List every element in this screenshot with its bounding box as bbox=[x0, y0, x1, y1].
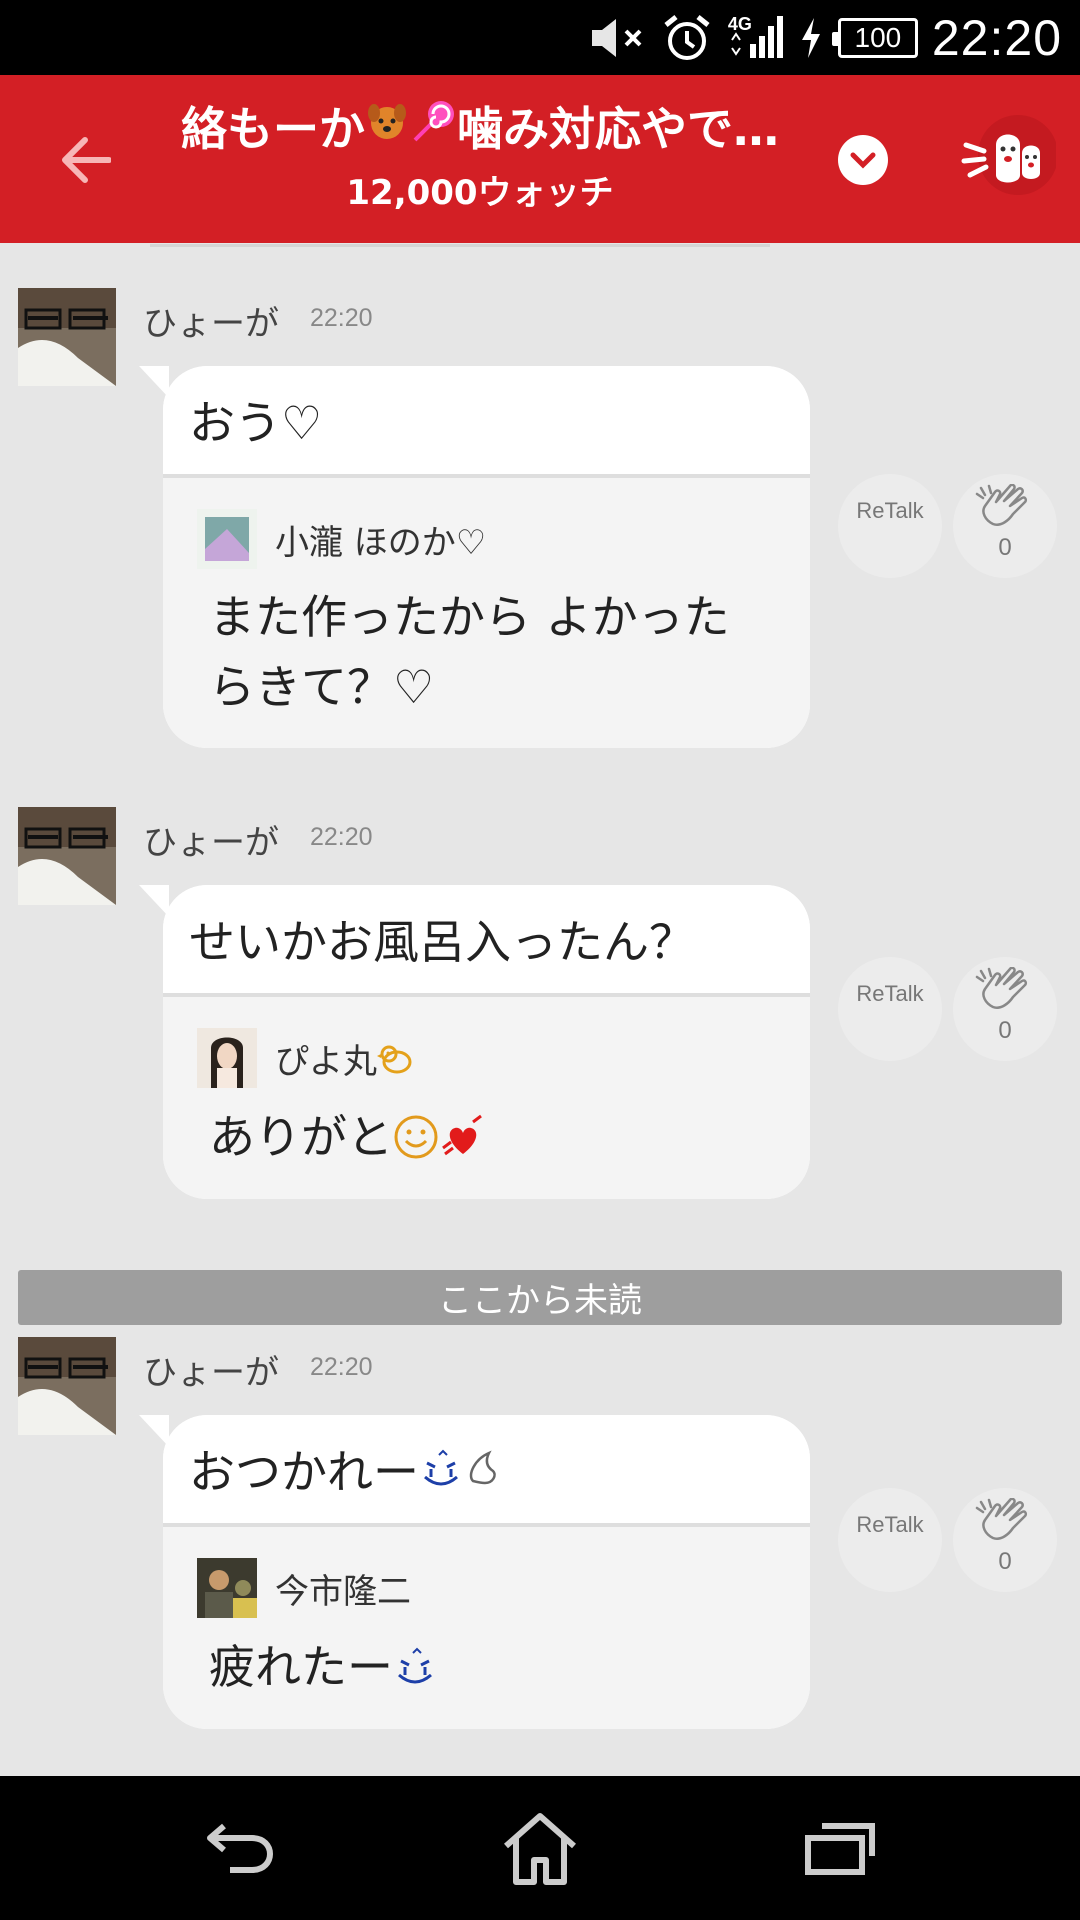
navigation-bar bbox=[0, 1776, 1080, 1920]
battery-level: 100 bbox=[854, 22, 902, 53]
back-button[interactable] bbox=[50, 125, 120, 195]
bubble-tail bbox=[139, 366, 169, 398]
sender-name: ひょーが bbox=[143, 823, 279, 863]
retalk-label: ReTalk bbox=[856, 981, 924, 1006]
room-title-text-2: 噛み対応やで… bbox=[457, 102, 779, 156]
clap-count: 0 bbox=[998, 534, 1012, 561]
mute-icon bbox=[588, 13, 646, 63]
room-title: 絡もーか 噛み対応やで… bbox=[181, 93, 779, 159]
avatar[interactable] bbox=[18, 288, 116, 386]
lollipop-icon bbox=[409, 98, 457, 155]
clap-button[interactable]: 0 bbox=[953, 474, 1057, 578]
mascot-icon bbox=[961, 115, 1058, 195]
message-text-body: おつかれー bbox=[189, 1445, 419, 1499]
crying-face-icon bbox=[424, 1449, 458, 1486]
retalk-label: ReTalk bbox=[856, 498, 924, 523]
quoted-message[interactable]: ぴよ丸 ありがと bbox=[163, 997, 810, 1199]
status-bar: 4G 100 22:20 bbox=[0, 0, 1080, 75]
quote-text-line-2: らきて？♡ bbox=[209, 660, 435, 714]
nav-recents-button[interactable] bbox=[775, 1796, 905, 1900]
sender-name: ひょーが bbox=[143, 304, 279, 344]
sender-name: ひょーが bbox=[143, 1353, 279, 1393]
signal-icon: 4G bbox=[728, 14, 784, 62]
clap-count: 0 bbox=[998, 1017, 1012, 1044]
quoted-message[interactable]: 小瀧 ほのか♡ また作ったから よかった らきて？♡ bbox=[163, 478, 810, 748]
recents-nav-icon bbox=[805, 1823, 875, 1875]
avatar[interactable] bbox=[18, 1337, 116, 1435]
clap-count: 0 bbox=[998, 1548, 1012, 1575]
quote-text: また作ったから よかった らきて？♡ bbox=[197, 582, 784, 722]
clap-icon bbox=[975, 967, 1028, 1009]
quote-sender-text: ぴよ丸 bbox=[275, 1041, 377, 1082]
message-text: おう♡ bbox=[163, 366, 810, 478]
retalk-label: ReTalk bbox=[856, 1512, 924, 1537]
message-bubble[interactable]: おう♡ 小瀧 ほのか♡ また作ったから よかった らきて？♡ bbox=[139, 366, 810, 748]
message-text: おつかれー bbox=[163, 1415, 810, 1527]
message-time: 22:20 bbox=[310, 304, 373, 332]
quote-avatar bbox=[197, 1028, 257, 1088]
room-title-text-1: 絡もーか bbox=[181, 102, 365, 156]
clap-icon bbox=[975, 484, 1028, 526]
message-time: 22:20 bbox=[310, 1353, 373, 1381]
message-bubble[interactable]: おつかれー 今市隆二 疲れたー bbox=[139, 1415, 810, 1729]
watch-count: 12,000ウォッチ bbox=[346, 173, 614, 213]
retalk-button[interactable]: ReTalk bbox=[838, 1488, 942, 1592]
chevron-down-icon bbox=[850, 152, 876, 169]
home-nav-icon bbox=[504, 1813, 576, 1885]
nav-back-button[interactable] bbox=[175, 1796, 305, 1900]
avatar[interactable] bbox=[18, 807, 116, 905]
message-bubble[interactable]: せいかお風呂入ったん？ ぴよ丸 ありがと bbox=[139, 885, 810, 1199]
unread-divider: ここから未読 bbox=[18, 1270, 1062, 1325]
quote-text-body: ありがと bbox=[209, 1110, 393, 1164]
mascot-button[interactable] bbox=[956, 115, 1058, 205]
message-text: せいかお風呂入ったん？ bbox=[163, 885, 810, 997]
quote-avatar bbox=[197, 1558, 257, 1618]
retalk-button[interactable]: ReTalk bbox=[838, 957, 942, 1061]
dog-face-icon bbox=[365, 99, 409, 154]
quote-avatar bbox=[197, 509, 257, 569]
message-time: 22:20 bbox=[310, 823, 373, 851]
clap-button[interactable]: 0 bbox=[953, 957, 1057, 1061]
quoted-message[interactable]: 今市隆二 疲れたー bbox=[163, 1527, 810, 1729]
crying-face-icon bbox=[398, 1647, 432, 1684]
clap-button[interactable]: 0 bbox=[953, 1488, 1057, 1592]
heart-icon bbox=[442, 1114, 482, 1156]
bubble-tail bbox=[139, 1415, 169, 1447]
smile-icon bbox=[394, 1115, 438, 1159]
quote-text: ありがと bbox=[197, 1101, 784, 1173]
expand-button[interactable] bbox=[838, 135, 888, 185]
quote-text: 疲れたー bbox=[197, 1631, 784, 1703]
nav-home-button[interactable] bbox=[475, 1796, 605, 1900]
clock: 22:20 bbox=[931, 10, 1062, 66]
back-nav-icon bbox=[207, 1823, 274, 1873]
battery-icon: 100 bbox=[831, 18, 918, 58]
app-bar: 絡もーか 噛み対応やで… 12,000ウォッチ bbox=[0, 75, 1080, 243]
quote-text-line-1: また作ったから よかった bbox=[209, 590, 730, 644]
back-arrow-icon bbox=[62, 137, 111, 183]
sweat-drop-icon bbox=[469, 1450, 496, 1485]
clap-icon bbox=[975, 1498, 1028, 1540]
quote-text-body: 疲れたー bbox=[209, 1640, 393, 1694]
charging-icon bbox=[798, 13, 824, 63]
quote-sender: 小瀧 ほのか♡ bbox=[275, 522, 487, 563]
retalk-button[interactable]: ReTalk bbox=[838, 474, 942, 578]
quote-sender: ぴよ丸 bbox=[275, 1034, 413, 1083]
chick-icon bbox=[377, 1045, 412, 1074]
alarm-icon bbox=[660, 13, 714, 63]
quote-sender: 今市隆二 bbox=[275, 1571, 411, 1612]
title-area[interactable]: 絡もーか 噛み対応やで… 12,000ウォッチ bbox=[160, 93, 800, 214]
divider bbox=[150, 244, 770, 247]
bubble-tail bbox=[139, 885, 169, 917]
